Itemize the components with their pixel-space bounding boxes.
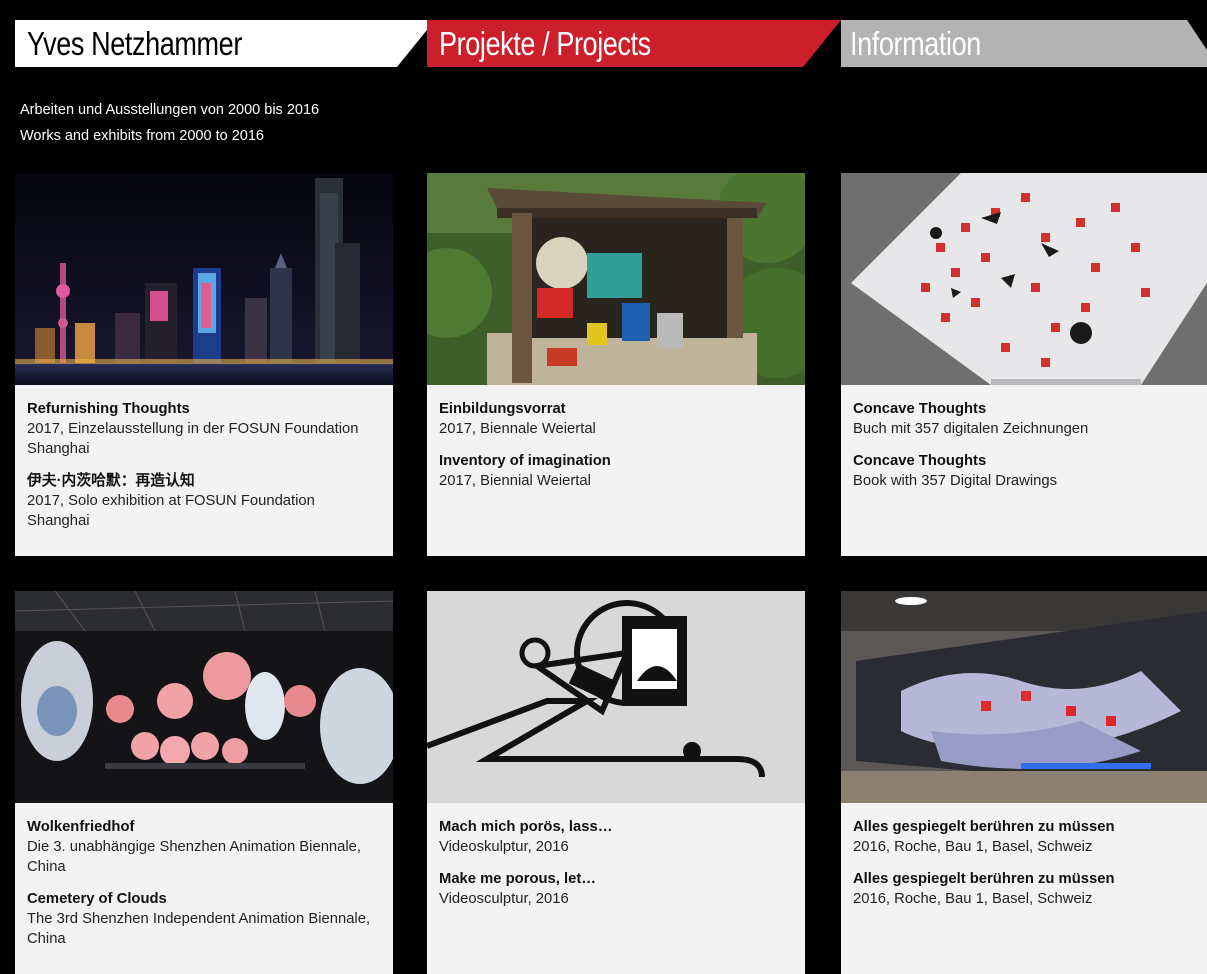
project-description: 2017, Einzelausstellung in der FOSUN Fou…	[27, 421, 359, 457]
project-description: 2017, Biennale Weiertal	[439, 421, 596, 437]
nav-projects[interactable]: Projekte / Projects	[427, 20, 841, 67]
project-title-alt[interactable]: Make me porous, let…	[439, 869, 793, 889]
project-title-alt[interactable]: Inventory of imagination	[439, 451, 793, 471]
project-caption: Alles gespiegelt berühren zu müssen 2016…	[853, 817, 1195, 909]
project-description-alt: 2017, Biennial Weiertal	[439, 473, 591, 489]
project-description-alt: 2016, Roche, Bau 1, Basel, Schweiz	[853, 891, 1093, 907]
roche-mural-image	[841, 591, 1207, 803]
project-thumbnail[interactable]	[15, 591, 393, 803]
nav-projects-label: Projekte / Projects	[439, 25, 651, 62]
project-card[interactable]: Mach mich porös, lass… Videoskulptur, 20…	[427, 591, 805, 974]
book-image	[841, 173, 1207, 385]
project-description-alt: Videosculptur, 2016	[439, 891, 569, 907]
project-title-alt[interactable]: Cemetery of Clouds	[27, 889, 381, 909]
project-title[interactable]: Concave Thoughts	[853, 399, 1195, 419]
project-card[interactable]: Alles gespiegelt berühren zu müssen 2016…	[841, 591, 1207, 974]
project-card[interactable]: Concave Thoughts Buch mit 357 digitalen …	[841, 173, 1207, 556]
project-description-alt: The 3rd Shenzhen Independent Animation B…	[27, 911, 371, 947]
project-description: Videoskulptur, 2016	[439, 839, 569, 855]
nav-information[interactable]: Information	[841, 20, 1207, 67]
project-caption: Refurnishing Thoughts 2017, Einzelausste…	[27, 399, 381, 531]
nav-information-label: Information	[850, 25, 981, 62]
project-caption: Wolkenfriedhof Die 3. unabhängige Shenzh…	[27, 817, 381, 949]
cloud-spheres-installation-image	[15, 591, 393, 803]
project-description-alt: Book with 357 Digital Drawings	[853, 473, 1057, 489]
project-card[interactable]: Einbildungsvorrat 2017, Biennale Weierta…	[427, 173, 805, 556]
nav-home-label: Yves Netzhammer	[27, 25, 242, 62]
project-title-alt[interactable]: Concave Thoughts	[853, 451, 1195, 471]
garden-shed-image	[427, 173, 805, 385]
intro-en: Works and exhibits from 2000 to 2016	[15, 124, 270, 148]
project-caption: Concave Thoughts Buch mit 357 digitalen …	[853, 399, 1195, 491]
intro-de: Arbeiten und Ausstellungen von 2000 bis …	[15, 98, 326, 122]
project-thumbnail[interactable]	[427, 591, 805, 803]
project-description: 2016, Roche, Bau 1, Basel, Schweiz	[853, 839, 1093, 855]
project-caption: Mach mich porös, lass… Videoskulptur, 20…	[439, 817, 793, 909]
project-title-alt[interactable]: 伊夫·内茨哈默：再造认知	[27, 471, 381, 491]
project-card[interactable]: Wolkenfriedhof Die 3. unabhängige Shenzh…	[15, 591, 393, 974]
project-title[interactable]: Alles gespiegelt berühren zu müssen	[853, 817, 1195, 837]
project-description: Buch mit 357 digitalen Zeichnungen	[853, 421, 1089, 437]
project-title[interactable]: Einbildungsvorrat	[439, 399, 793, 419]
project-title-alt[interactable]: Alles gespiegelt berühren zu müssen	[853, 869, 1195, 889]
project-title[interactable]: Refurnishing Thoughts	[27, 399, 381, 419]
project-caption: Einbildungsvorrat 2017, Biennale Weierta…	[439, 399, 793, 491]
nav-home[interactable]: Yves Netzhammer	[15, 20, 435, 67]
bicycle-sculpture-image	[427, 591, 805, 803]
project-thumbnail[interactable]	[841, 591, 1207, 803]
shanghai-skyline-image	[15, 173, 393, 385]
project-description-alt: 2017, Solo exhibition at FOSUN Foundatio…	[27, 493, 315, 529]
project-thumbnail[interactable]	[841, 173, 1207, 385]
project-thumbnail[interactable]	[427, 173, 805, 385]
project-title[interactable]: Wolkenfriedhof	[27, 817, 381, 837]
project-thumbnail[interactable]	[15, 173, 393, 385]
project-title[interactable]: Mach mich porös, lass…	[439, 817, 793, 837]
project-card[interactable]: Refurnishing Thoughts 2017, Einzelausste…	[15, 173, 393, 556]
project-description: Die 3. unabhängige Shenzhen Animation Bi…	[27, 839, 362, 875]
intro-text: Arbeiten und Ausstellungen von 2000 bis …	[15, 98, 326, 150]
